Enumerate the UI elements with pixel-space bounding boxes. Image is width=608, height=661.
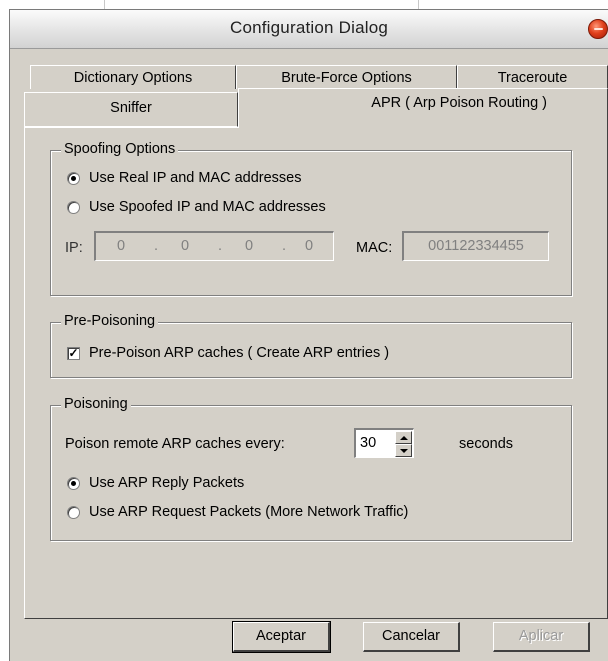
mac-value: 001122334455 (428, 238, 524, 254)
pre-poisoning-group: Pre-Poisoning ✓ Pre-Poison ARP caches ( … (50, 313, 572, 378)
configuration-dialog: Configuration Dialog Dictionary Options … (9, 9, 608, 661)
close-icon (594, 28, 603, 30)
arrow-down-icon (400, 449, 408, 453)
tab-brute-force-options[interactable]: Brute-Force Options (236, 65, 457, 89)
tab-label: Sniffer (110, 100, 152, 116)
radio-selected-icon (67, 476, 80, 490)
ip-octet: 0 (244, 238, 254, 254)
close-button[interactable] (588, 19, 608, 39)
group-title: Pre-Poisoning (61, 313, 159, 329)
button-label: Cancelar (381, 628, 441, 644)
button-label: Aceptar (256, 628, 306, 644)
ip-address-field[interactable]: 0 . 0 . 0 . 0 (94, 231, 334, 261)
dialog-title: Configuration Dialog (229, 18, 389, 37)
tab-traceroute[interactable]: Traceroute (457, 65, 608, 89)
radio-label: Use ARP Request Packets (More Network Tr… (89, 504, 409, 520)
interval-stepper[interactable]: 30 (354, 428, 414, 458)
group-title: Poisoning (61, 396, 131, 412)
interval-value: 30 (360, 435, 377, 451)
tab-label: Brute-Force Options (281, 70, 412, 86)
title-bar[interactable]: Configuration Dialog (10, 10, 608, 49)
group-title: Spoofing Options (61, 141, 179, 157)
ip-dot: . (218, 238, 223, 254)
arrow-up-icon (400, 436, 408, 440)
spin-up-button[interactable] (395, 431, 412, 444)
radio-selected-icon (67, 171, 80, 185)
interval-unit: seconds (459, 436, 514, 452)
mac-address-field[interactable]: 001122334455 (402, 231, 549, 261)
interval-label: Poison remote ARP caches every: (65, 436, 285, 452)
ip-label: IP: (65, 240, 83, 256)
radio-label: Use Spoofed IP and MAC addresses (89, 199, 326, 215)
mac-label: MAC: (356, 240, 393, 256)
tab-sniffer[interactable]: Sniffer (24, 92, 238, 127)
radio-unselected-icon (67, 200, 80, 214)
radio-label: Use ARP Reply Packets (89, 475, 245, 491)
spin-down-button[interactable] (395, 444, 412, 457)
interval-spin-buttons (395, 431, 412, 457)
checkmark-icon: ✓ (67, 345, 80, 360)
tab-label: Dictionary Options (73, 70, 193, 86)
ip-octet: 0 (180, 238, 190, 254)
radio-arp-reply[interactable]: Use ARP Reply Packets (67, 475, 244, 491)
radio-real-ip-mac[interactable]: Use Real IP and MAC addresses (67, 170, 302, 186)
tab-dictionary-options[interactable]: Dictionary Options (30, 65, 236, 89)
radio-arp-request[interactable]: Use ARP Request Packets (More Network Tr… (67, 504, 408, 520)
tab-label: APR ( Arp Poison Routing ) (371, 95, 547, 111)
ip-octet: 0 (116, 238, 126, 254)
spoofing-options-group: Spoofing Options Use Real IP and MAC add… (50, 141, 572, 296)
checkbox-label: Pre-Poison ARP caches ( Create ARP entri… (89, 345, 390, 361)
radio-spoofed-ip-mac[interactable]: Use Spoofed IP and MAC addresses (67, 199, 326, 215)
apr-tab-panel: Spoofing Options Use Real IP and MAC add… (24, 127, 608, 619)
button-label: Aplicar (518, 628, 564, 644)
cancel-button[interactable]: Cancelar (363, 622, 460, 652)
tab-label: Traceroute (497, 70, 568, 86)
apply-button[interactable]: Aplicar (493, 622, 590, 652)
checkbox-pre-poison[interactable]: ✓ Pre-Poison ARP caches ( Create ARP ent… (67, 345, 389, 361)
ip-dot: . (154, 238, 159, 254)
radio-label: Use Real IP and MAC addresses (89, 170, 302, 186)
ip-dot: . (282, 238, 287, 254)
ip-octet: 0 (304, 238, 314, 254)
tab-apr[interactable]: APR ( Arp Poison Routing ) (238, 88, 608, 128)
accept-button[interactable]: Aceptar (232, 621, 331, 653)
poisoning-group: Poisoning Poison remote ARP caches every… (50, 396, 572, 541)
radio-unselected-icon (67, 505, 80, 519)
